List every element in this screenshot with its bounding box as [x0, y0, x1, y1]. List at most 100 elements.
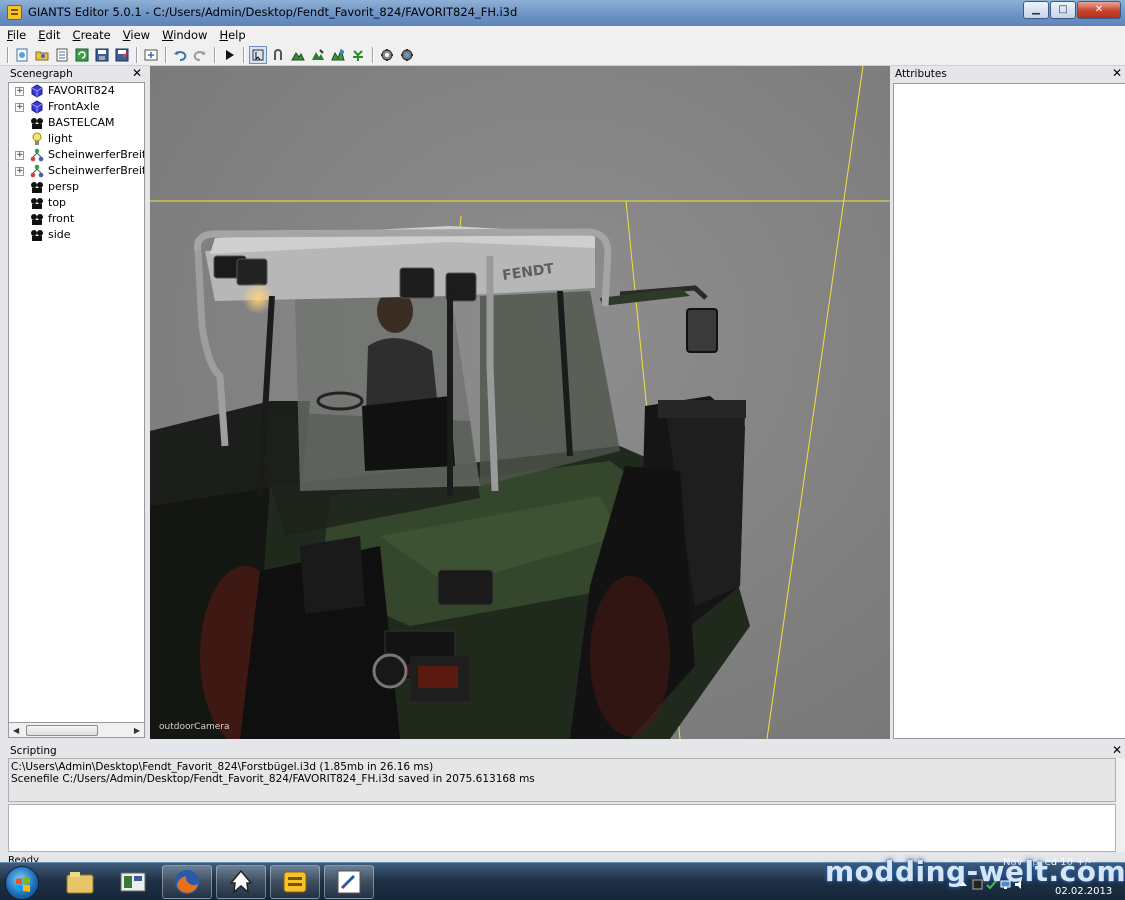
- menu-edit[interactable]: Edit: [38, 26, 60, 44]
- tray-volume-icon[interactable]: [1014, 879, 1025, 890]
- scroll-left-icon[interactable]: ◀: [13, 726, 19, 735]
- undo-icon[interactable]: [171, 46, 189, 64]
- refresh-icon[interactable]: [73, 46, 91, 64]
- toolbar-separator: [214, 46, 216, 63]
- scenegraph-tree: + FAVORIT824 + FrontAxle BASTELCAM light…: [8, 82, 145, 738]
- tray-app-icon[interactable]: [972, 879, 983, 890]
- tray-security-icon[interactable]: [986, 879, 997, 890]
- maximize-button[interactable]: □: [1050, 1, 1076, 19]
- giants-editor-icon: [283, 871, 307, 893]
- attributes-header: Attributes ✕: [893, 66, 1125, 82]
- settings-icon[interactable]: [378, 46, 396, 64]
- minimize-button[interactable]: ▁: [1023, 1, 1049, 19]
- scenegraph-horizontal-scrollbar[interactable]: ◀ ▶: [8, 722, 145, 738]
- menu-view[interactable]: View: [123, 26, 150, 44]
- tree-item-favorit824[interactable]: + FAVORIT824: [9, 83, 144, 99]
- vegetation-icon[interactable]: [349, 46, 367, 64]
- tree-item-scheinwerfer-2[interactable]: + ScheinwerferBreit_Ha: [9, 163, 144, 179]
- node-group-icon: [30, 148, 44, 162]
- title-bar: GIANTS Editor 5.0.1 - C:/Users/Admin/Des…: [0, 0, 1125, 26]
- log-line: Scenefile C:/Users/Admin/Desktop/Fendt_F…: [11, 773, 535, 785]
- expand-icon[interactable]: +: [15, 103, 24, 112]
- windows-logo-icon: [16, 877, 30, 892]
- menu-window[interactable]: Window: [162, 26, 207, 44]
- scripting-log: C:\Users\Admin\Desktop\Fendt_Favorit_824…: [8, 758, 1116, 802]
- menu-bar: File Edit Create View Window Help: [0, 26, 1125, 44]
- scroll-right-icon[interactable]: ▶: [134, 726, 140, 735]
- scripting-title: Scripting: [10, 745, 57, 757]
- viewport-render: FENDT: [150, 66, 890, 739]
- close-button[interactable]: ✕: [1077, 1, 1121, 19]
- save-icon[interactable]: [93, 46, 111, 64]
- scenegraph-header: Scenegraph ✕: [8, 66, 145, 82]
- select-mode-icon[interactable]: [249, 45, 267, 64]
- expand-icon[interactable]: +: [15, 167, 24, 176]
- script-input[interactable]: [8, 804, 1116, 852]
- camera-icon: [31, 230, 43, 241]
- terrain-icon[interactable]: [289, 46, 307, 64]
- new-icon[interactable]: [13, 46, 31, 64]
- taskbar-explorer[interactable]: [55, 865, 105, 899]
- toolbar: [0, 44, 1125, 66]
- scripting-close-button[interactable]: ✕: [1112, 743, 1122, 758]
- tree-item-light[interactable]: light: [9, 131, 144, 147]
- log-line: C:\Users\Admin\Desktop\Fendt_Favorit_824…: [11, 761, 434, 773]
- taskbar-paint[interactable]: [324, 865, 374, 899]
- menu-help[interactable]: Help: [219, 26, 245, 44]
- expand-icon[interactable]: +: [15, 151, 24, 160]
- scripting-vertical-scrollbar[interactable]: [1116, 758, 1125, 852]
- expand-icon[interactable]: +: [15, 87, 24, 96]
- foliage-icon[interactable]: [329, 46, 347, 64]
- media-icon: [120, 872, 146, 892]
- move-mode-icon[interactable]: [269, 46, 287, 64]
- tree-item-front[interactable]: front: [9, 211, 144, 227]
- scrollbar-thumb[interactable]: [26, 725, 98, 736]
- toolbar-separator: [372, 46, 374, 63]
- tray-arrow-icon[interactable]: [958, 879, 969, 890]
- menu-create[interactable]: Create: [73, 26, 111, 44]
- camera-icon: [31, 214, 43, 225]
- transform-group-icon: [31, 84, 43, 98]
- tree-item-side[interactable]: side: [9, 227, 144, 243]
- attributes-title: Attributes: [895, 68, 947, 80]
- properties-icon[interactable]: [53, 46, 71, 64]
- camera-name-label: outdoorCamera: [159, 722, 230, 732]
- app-icon: [7, 5, 22, 20]
- terrain-paint-icon[interactable]: [309, 46, 327, 64]
- toolbar-separator: [7, 46, 9, 63]
- transform-group-icon: [31, 100, 43, 114]
- redo-icon[interactable]: [191, 46, 209, 64]
- light-bulb-icon: [32, 132, 42, 145]
- tree-item-top[interactable]: top: [9, 195, 144, 211]
- window-title: GIANTS Editor 5.0.1 - C:/Users/Admin/Des…: [28, 5, 518, 19]
- tree-item-bastelcam[interactable]: BASTELCAM: [9, 115, 144, 131]
- attributes-close-button[interactable]: ✕: [1112, 66, 1122, 81]
- toolbar-separator: [136, 46, 138, 63]
- open-icon[interactable]: [33, 46, 51, 64]
- camera-icon: [31, 118, 43, 129]
- start-button[interactable]: [5, 866, 39, 900]
- menu-file[interactable]: File: [7, 26, 26, 44]
- toolbar-separator: [243, 46, 245, 63]
- attributes-panel: [893, 83, 1125, 739]
- taskbar-media[interactable]: [108, 865, 158, 899]
- settings-alt-icon[interactable]: [398, 46, 416, 64]
- tree-item-frontaxle[interactable]: + FrontAxle: [9, 99, 144, 115]
- scenegraph-close-button[interactable]: ✕: [132, 66, 142, 81]
- save-as-icon[interactable]: [113, 46, 131, 64]
- toolbar-separator: [165, 46, 167, 63]
- tree-item-persp[interactable]: persp: [9, 179, 144, 195]
- tray-network-icon[interactable]: [1000, 879, 1011, 890]
- import-icon[interactable]: [142, 46, 160, 64]
- taskbar-inkscape[interactable]: [216, 865, 266, 899]
- firefox-icon: [175, 870, 199, 894]
- tree-item-scheinwerfer-1[interactable]: + ScheinwerferBreit_Ha: [9, 147, 144, 163]
- play-icon[interactable]: [220, 46, 238, 64]
- explorer-icon: [66, 872, 94, 894]
- 3d-viewport[interactable]: FENDT outdoorCamera: [150, 66, 890, 739]
- taskbar-giants-editor[interactable]: [270, 865, 320, 899]
- node-group-icon: [30, 164, 44, 178]
- camera-icon: [31, 198, 43, 209]
- taskbar-firefox[interactable]: [162, 865, 212, 899]
- window-controls: ▁ □ ✕: [1022, 1, 1121, 19]
